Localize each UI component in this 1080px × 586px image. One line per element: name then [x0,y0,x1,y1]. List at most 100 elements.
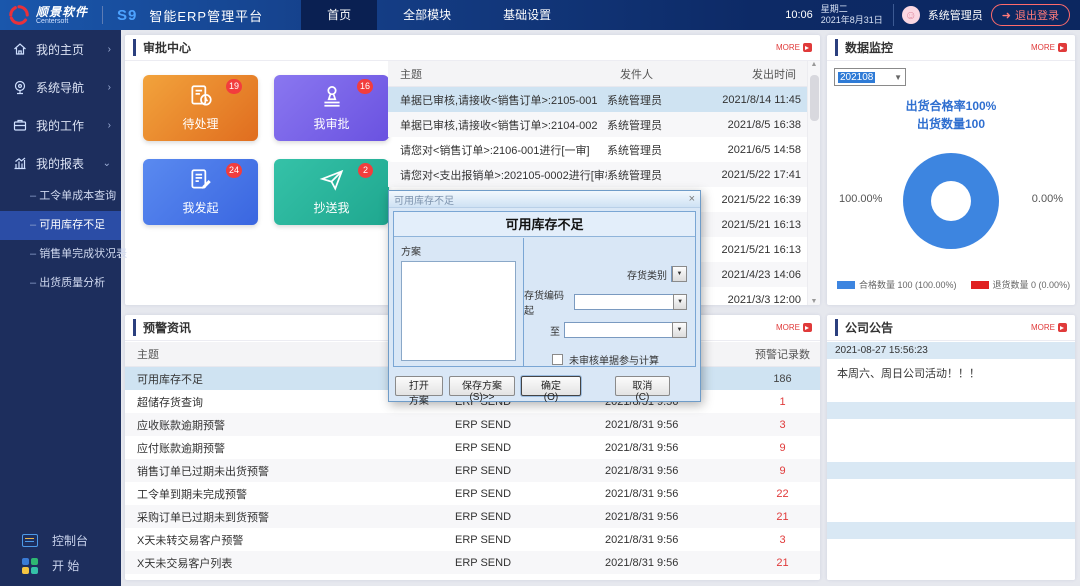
announcement-date [827,462,1075,479]
field-label: 存货编码起 [524,291,565,317]
announcements-panel: 公司公告 MORE 2021-08-27 15:56:23 本周六、周日公司活动… [827,315,1075,580]
dropdown-button[interactable]: ▼ [672,322,687,338]
ok-button[interactable]: 确定(O) [521,376,581,403]
field-input[interactable] [564,322,672,338]
alert-row[interactable]: 采购订单已过期未到货预警 ERP SEND 2021/8/31 9:56 21 [125,505,820,528]
col-header-subject: 主题 [400,68,422,81]
more-icon [1058,43,1067,52]
form-field-row: 至 ▼ [524,322,687,338]
announcement-item[interactable] [827,402,1075,453]
tile-badge: 24 [225,163,242,178]
dropdown-button[interactable]: ▼ [673,294,687,310]
scroll-down-icon[interactable]: ▼ [811,298,818,305]
form-field-row: 存货编码起 ▼ [524,287,687,317]
home-icon [14,43,26,55]
announcements-more-button[interactable]: MORE [1031,323,1067,332]
clock: 10:06 [785,9,813,21]
stamp-icon [323,86,340,107]
alert-row[interactable]: X天未转交易客户预警 ERP SEND 2021/8/31 9:56 3 [125,528,820,551]
approval-row[interactable]: 请您对<销售订单>:2106-001进行[一审] 系统管理员 2021/6/5 … [388,137,807,162]
sidebar-subitem[interactable]: 可用库存不足 [0,211,121,240]
form-field-row: 存货类别 ▼ [524,266,687,282]
sidebar-subitem[interactable]: 出货质量分析 [0,269,121,298]
announcement-item[interactable]: 2021-08-27 15:56:23 本周六、周日公司活动！！！ [827,342,1075,393]
approval-tile[interactable]: 待处理 19 [143,75,258,141]
tile-label: 我发起 [182,201,219,215]
announcement-item[interactable] [827,462,1075,513]
open-plan-button[interactable]: 打开方案 [395,376,443,407]
field-label: 至 [550,326,560,338]
sidebar-item-1[interactable]: 系统导航 › [0,68,121,106]
more-icon [1058,323,1067,332]
tile-badge: 16 [356,79,373,94]
alert-row[interactable]: 应收账款逾期预警 ERP SEND 2021/8/31 9:56 3 [125,413,820,436]
document-clock-icon [190,85,212,106]
chevron-icon: › [107,43,111,55]
announcement-text: 本周六、周日公司活动！！！ [827,359,1075,393]
sidebar-item-3[interactable]: 我的报表 ⌄ [0,144,121,182]
alerts-more-button[interactable]: MORE [776,323,812,332]
top-bar: 顺景软件 Centersoft S9 智能ERP管理平台 首页 全部模块 基础设… [0,0,1080,30]
announcement-date: 2021-08-27 15:56:23 [827,342,1075,359]
plan-listbox[interactable] [401,261,516,361]
scroll-up-icon[interactable]: ▲ [811,61,818,68]
period-select[interactable]: 202108 ▼ [834,68,906,86]
sidebar-item-console[interactable]: 控制台 [0,528,121,553]
scroll-thumb[interactable] [809,75,819,121]
tile-badge: 19 [225,79,242,94]
tile-label: 待处理 [182,117,219,131]
nav-item[interactable]: 基础设置 [477,0,577,30]
approval-tile[interactable]: 我审批 16 [274,75,389,141]
date-block: 星期二 2021年8月31日 [821,3,894,27]
nav-item[interactable]: 全部模块 [377,0,477,30]
panel-title-alerts: 预警资讯 [133,319,191,336]
document-edit-icon [190,169,211,189]
chevron-icon: ⌄ [102,157,111,169]
alert-row[interactable]: 工令单到期未完成预警 ERP SEND 2021/8/31 9:56 22 [125,482,820,505]
alert-row[interactable]: X天未交易客户列表 ERP SEND 2021/8/31 9:56 21 [125,551,820,574]
cancel-button[interactable]: 取消(C) [614,376,670,403]
more-icon [803,323,812,332]
sidebar-subitem[interactable]: 销售单完成状况表 [0,240,127,269]
swirl-logo-icon [9,5,29,25]
approval-tile[interactable]: 我发起 24 [143,159,258,225]
col-header-count: 预警记录数 [755,349,810,361]
dropdown-button[interactable]: ▼ [672,266,687,282]
sidebar-item-0[interactable]: 我的主页 › [0,30,121,68]
alert-row[interactable]: 应付账款逾期预警 ERP SEND 2021/8/31 9:56 9 [125,436,820,459]
user-avatar-icon[interactable]: ☺ [901,6,920,24]
announcement-item[interactable] [827,522,1075,573]
announcement-text [827,539,1075,573]
tile-label: 抄送我 [313,201,350,215]
logout-button[interactable]: ➜ 退出登录 [990,4,1070,26]
chevron-down-icon: ▼ [894,72,902,82]
pass-rate-donut-chart [903,153,999,249]
logo-cn: 顺景软件 [36,4,89,19]
alert-row[interactable]: 销售订单已过期未出货预警 ERP SEND 2021/8/31 9:56 9 [125,459,820,482]
sidebar-item-label: 我的报表 [36,156,85,171]
donut-left-label: 100.00% [839,193,883,205]
announcement-date [827,522,1075,539]
tile-badge: 2 [358,163,373,178]
approval-tile[interactable]: 抄送我 2 [274,159,389,225]
monitor-more-button[interactable]: MORE [1031,43,1067,52]
approval-row[interactable]: 单据已审核,请接收<销售订单>:2105-001 系统管理员 2021/8/14… [388,87,807,112]
approval-more-button[interactable]: MORE [776,43,812,52]
field-input[interactable] [573,294,674,310]
unaudited-checkbox[interactable] [552,354,563,365]
approval-row[interactable]: 请您对<支出报销单>:202105-0002进行[审核] 系统管理员 2021/… [388,162,807,187]
sidebar-item-2[interactable]: 我的工作 › [0,106,121,144]
col-header-sender: 发件人 [620,68,653,81]
sidebar-item-label: 我的工作 [36,118,85,133]
close-icon[interactable]: × [689,193,695,205]
legend-item: 退货数量 0 (0.00%) [970,278,1070,291]
plan-label: 方案 [401,247,421,258]
approval-scrollbar[interactable]: ▲ ▼ [807,61,820,305]
sidebar-subitem[interactable]: 工令单成本查询 [0,182,121,211]
approval-row[interactable]: 单据已审核,请接收<销售订单>:2104-002 系统管理员 2021/8/5 … [388,112,807,137]
donut-right-label: 0.00% [1031,193,1063,205]
nav-item[interactable]: 首页 [301,0,378,30]
dialog-titlebar[interactable]: 可用库存不足 × [389,191,700,208]
sidebar-item-start[interactable]: 开 始 [0,553,121,578]
save-plan-button[interactable]: 保存方案(S)>> [448,376,516,403]
